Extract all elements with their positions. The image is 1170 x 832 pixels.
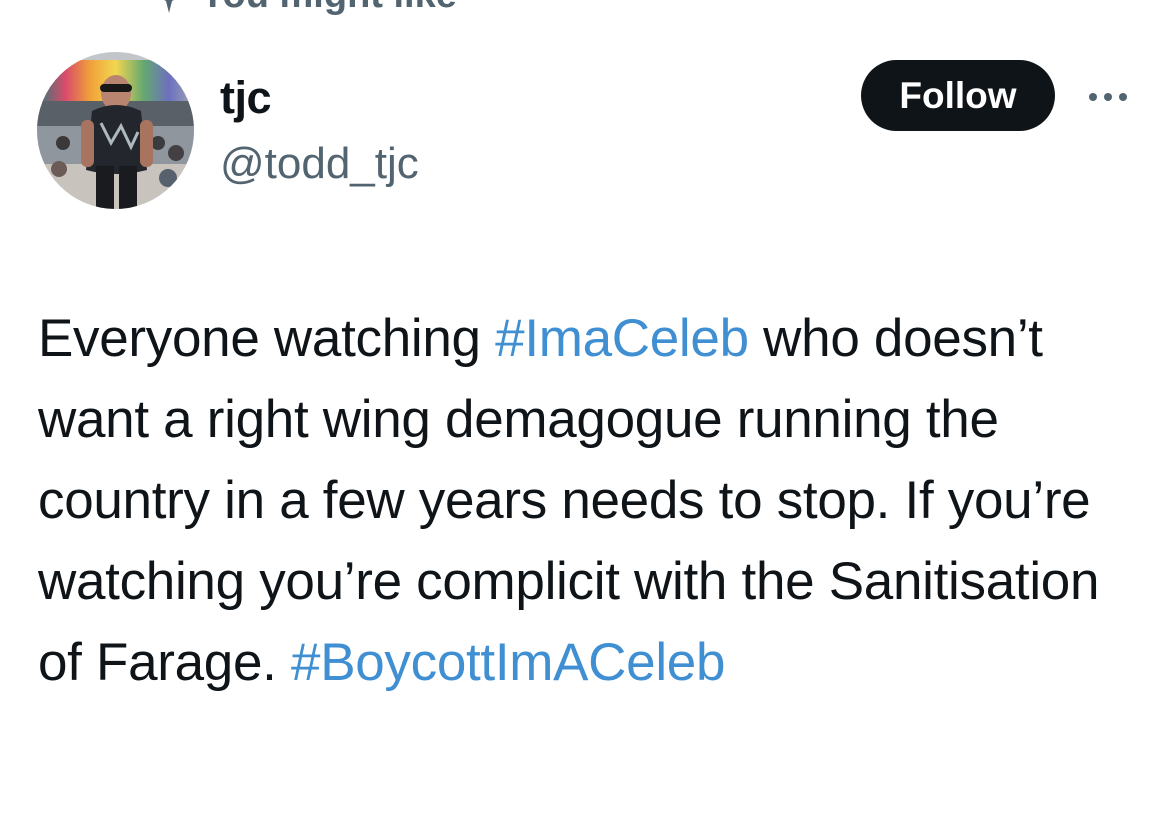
tweet-text: Everyone watching #ImaCeleb who doesn’t … [38, 298, 1148, 703]
author-display-name[interactable]: tjc [220, 72, 272, 124]
avatar[interactable] [37, 52, 194, 209]
sparkle-icon [160, 0, 178, 13]
author-handle[interactable]: @todd_tjc [220, 138, 419, 190]
follow-button[interactable]: Follow [861, 60, 1055, 131]
more-horizontal-icon[interactable] [1083, 82, 1133, 112]
recommendation-label: You might like [200, 0, 457, 17]
recommendation-context: You might like [160, 0, 457, 18]
hashtag-link[interactable]: #BoycottImACeleb [291, 633, 725, 692]
tweet-text-segment: Everyone watching [38, 309, 496, 368]
hashtag-link[interactable]: #ImaCeleb [495, 309, 749, 368]
